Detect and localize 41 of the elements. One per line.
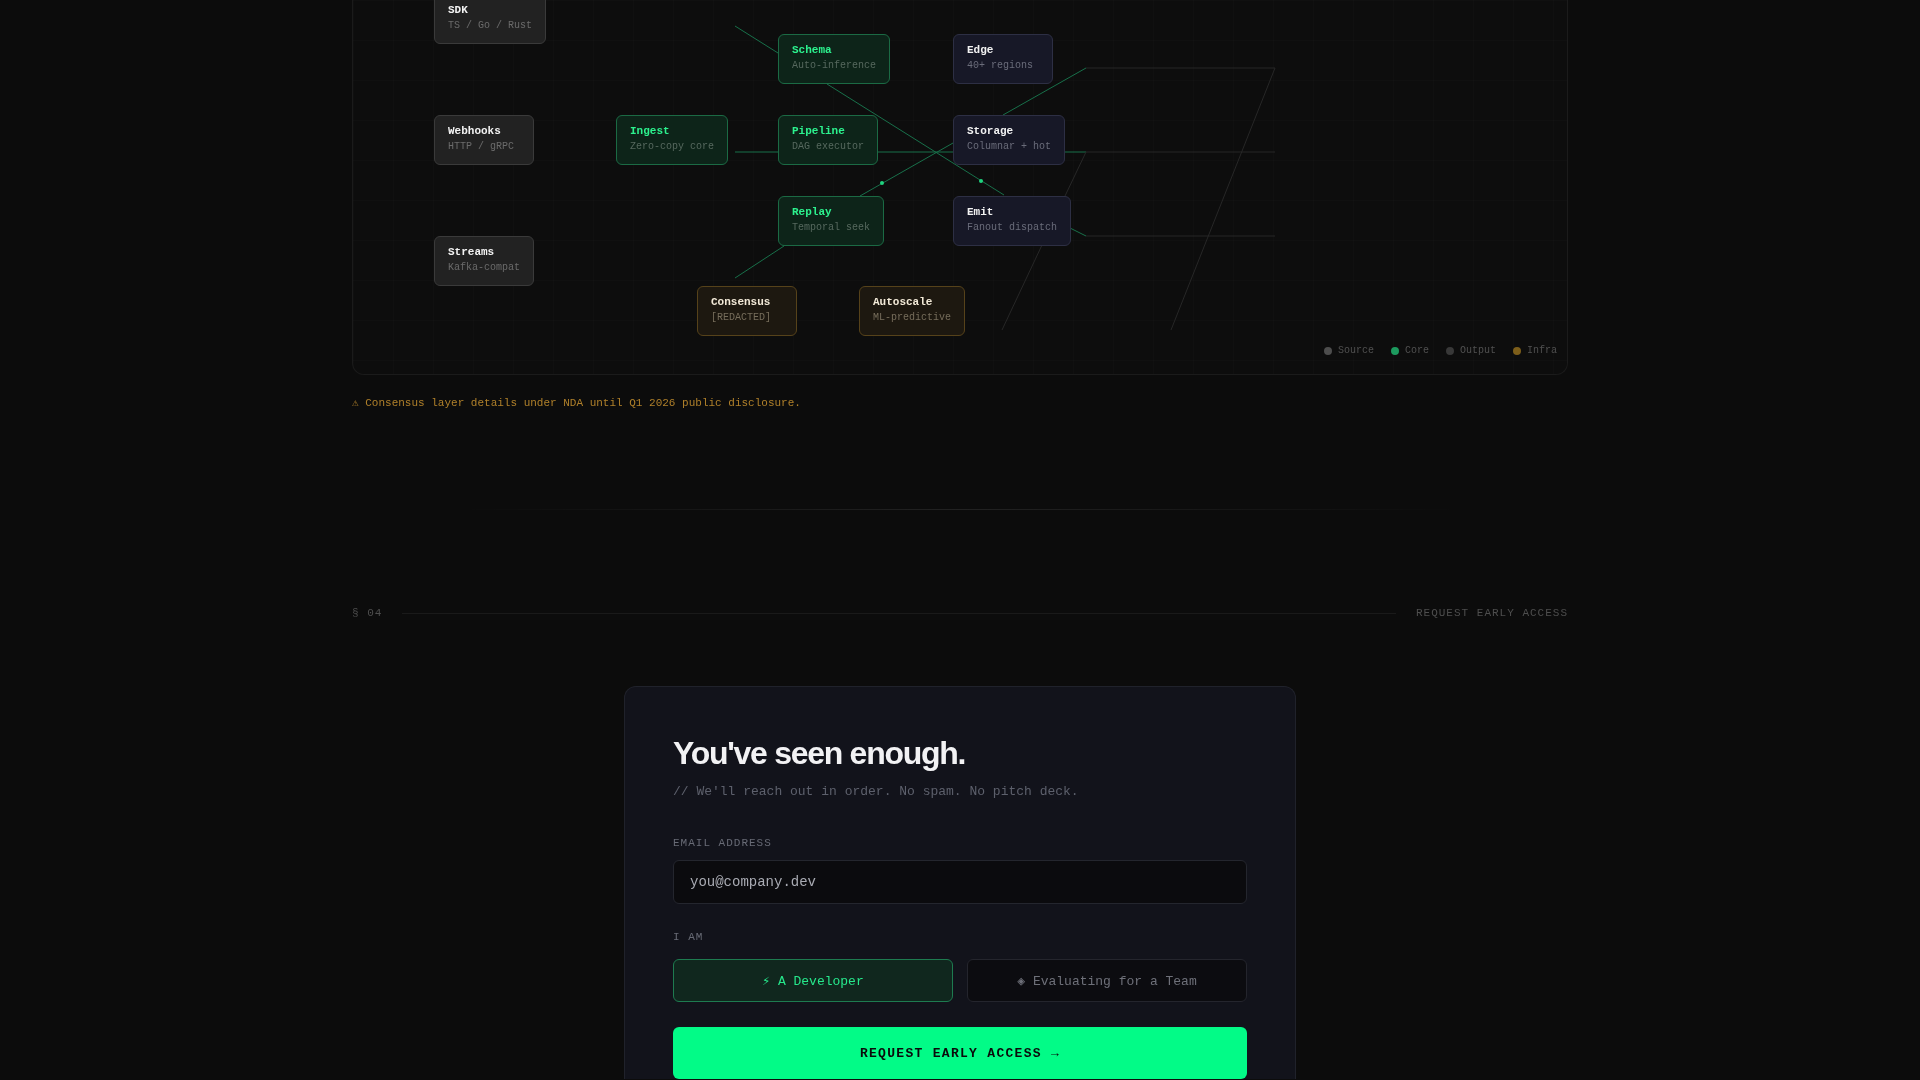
dot-icon xyxy=(880,181,884,185)
node-subtitle: Columnar + hot xyxy=(967,140,1051,154)
legend-label: Output xyxy=(1459,344,1496,358)
email-input[interactable]: you@company.dev xyxy=(673,860,1247,904)
node-title: Schema xyxy=(792,43,833,57)
node-title: SDK xyxy=(448,3,469,17)
node-title: Streams xyxy=(448,245,496,259)
node-subtitle: ML-predictive xyxy=(873,311,951,325)
node-subtitle: Temporal seek xyxy=(792,221,870,235)
legend-label: Infra xyxy=(1527,344,1557,358)
section-number: § 04 xyxy=(352,606,383,621)
dot-icon xyxy=(979,179,983,183)
legend-label: Core xyxy=(1404,344,1429,358)
node-subtitle: 40+ regions xyxy=(967,59,1034,73)
node-subtitle: Zero-copy core xyxy=(630,140,714,154)
node-title: Autoscale xyxy=(873,295,934,309)
node-subtitle: Fanout dispatch xyxy=(967,221,1057,235)
email-label: EMAIL ADDRESS xyxy=(673,836,772,850)
node-title: Pipeline xyxy=(792,124,846,138)
role-option[interactable]: ◈ Evaluating for a Team xyxy=(967,959,1247,1002)
node-subtitle: HTTP / gRPC xyxy=(448,140,515,154)
role-option[interactable]: ⚡ A Developer xyxy=(673,959,953,1002)
submit-button[interactable]: REQUEST EARLY ACCESS → xyxy=(673,1027,1247,1079)
node-subtitle: TS / Go / Rust xyxy=(448,19,532,33)
section-title: REQUEST EARLY ACCESS xyxy=(1415,606,1568,621)
node-title: Ingest xyxy=(630,124,671,138)
node-subtitle: Kafka-compat xyxy=(448,261,520,275)
node-title: Storage xyxy=(967,124,1015,138)
node-title: Emit xyxy=(967,205,995,219)
signup-subtitle: // We'll reach out in order. No spam. No pitch deck. xyxy=(673,783,1079,801)
signup-heading: You've seen enough. xyxy=(673,734,966,772)
node-title: Consensus xyxy=(711,295,772,309)
node-title: Edge xyxy=(967,43,995,57)
node-title: Webhooks xyxy=(448,124,502,138)
node-title: Replay xyxy=(792,205,833,219)
node-subtitle: Auto-inference xyxy=(792,59,876,73)
node-subtitle: DAG executor xyxy=(792,140,864,154)
node-subtitle: [REDACTED] xyxy=(711,311,772,325)
legend-label: Source xyxy=(1337,344,1374,358)
role-label: I AM xyxy=(673,930,704,944)
nda-notice: ⚠ Consensus layer details under NDA until Q1 2026 public disclosure. xyxy=(352,396,801,411)
